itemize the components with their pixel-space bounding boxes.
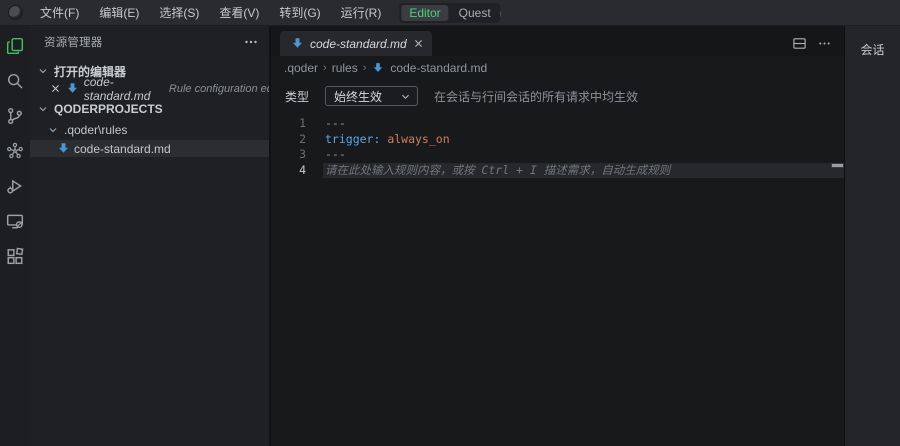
code-line-3[interactable]: 3 --- [271, 147, 844, 163]
tree-filename-label: code-standard.md [74, 142, 171, 156]
tab-close-icon[interactable] [413, 38, 424, 49]
session-panel-title[interactable]: 会话 [845, 26, 900, 58]
molecule-icon[interactable] [4, 140, 26, 162]
breadcrumb-folder[interactable]: rules [332, 61, 358, 75]
scrollbar-thumb[interactable] [831, 163, 844, 168]
chevron-down-icon [46, 123, 60, 137]
code-token: trigger: [325, 132, 380, 146]
breadcrumb-folder[interactable]: .qoder [284, 61, 318, 75]
rule-type-dropdown[interactable]: 始终生效 [325, 86, 418, 106]
breadcrumb-separator: › [363, 62, 367, 74]
source-control-icon[interactable] [4, 105, 26, 127]
tab-bar: code-standard.md [271, 26, 844, 56]
chevron-down-icon [36, 102, 50, 116]
sidebar-more-icon[interactable] [243, 34, 259, 50]
tree-file-code-standard[interactable]: code-standard.md [30, 140, 269, 157]
menu-file[interactable]: 文件(F) [32, 1, 87, 24]
code-token: --- [325, 116, 346, 130]
menu-view[interactable]: 查看(V) [211, 1, 267, 24]
tab-label: code-standard.md [310, 37, 407, 51]
explorer-files-icon[interactable] [4, 35, 26, 57]
tree-folder-rules[interactable]: .qoder\rules [30, 121, 269, 138]
code-line-1[interactable]: 1 --- [271, 116, 844, 132]
rule-file-icon [290, 37, 304, 51]
breadcrumb: .qoder › rules › code-standard.md [271, 56, 844, 80]
menu-goto[interactable]: 转到(G) [271, 1, 328, 24]
close-icon[interactable] [50, 82, 62, 96]
rule-type-label: 类型 [285, 88, 309, 105]
sidebar-header: 资源管理器 [30, 26, 269, 58]
project-name-label: QODERPROJECTS [54, 102, 163, 116]
explorer-sidebar: 资源管理器 打开的编辑器 code-standard.md [30, 26, 271, 446]
breadcrumb-separator: › [323, 62, 327, 74]
project-section-header[interactable]: QODERPROJECTS [30, 100, 269, 118]
rule-form-bar: 类型 始终生效 在会话与行间会话的所有请求中均生效 [271, 80, 844, 112]
menu-select[interactable]: 选择(S) [151, 1, 207, 24]
line-number: 2 [271, 132, 323, 148]
sidebar-title: 资源管理器 [44, 34, 243, 50]
placeholder-text: 请在此处输入规则内容，或按 Ctrl + I 描述需求，自动生成规则 [325, 163, 670, 177]
line-number: 3 [271, 147, 323, 163]
mode-toggle: Editor Quest [399, 3, 500, 23]
session-panel: 会话 [845, 26, 900, 446]
split-editor-icon[interactable] [792, 36, 807, 51]
line-number: 1 [271, 116, 323, 132]
activity-bar [0, 26, 30, 446]
editor-group: code-standard.md .qoder › rul [271, 26, 845, 446]
open-editor-filename: code-standard.md [84, 75, 165, 103]
code-token: always_on [380, 132, 449, 146]
qoder-window: 文件(F) 编辑(E) 选择(S) 查看(V) 转到(G) 运行(R) 终端(T… [0, 0, 900, 446]
line-number: 4 [271, 163, 323, 179]
rule-type-value: 始终生效 [334, 88, 396, 105]
extensions-icon[interactable] [4, 245, 26, 267]
editor-actions [792, 36, 844, 56]
code-line-2[interactable]: 2 trigger: always_on [271, 132, 844, 148]
open-editor-item[interactable]: code-standard.md Rule configuration edit… [30, 80, 269, 97]
code-token: --- [325, 147, 346, 161]
chevron-down-icon [36, 64, 50, 78]
remote-monitor-icon[interactable] [4, 210, 26, 232]
search-icon[interactable] [4, 70, 26, 92]
chevron-down-icon [400, 91, 411, 102]
qoder-logo-icon [8, 5, 23, 20]
rule-type-description: 在会话与行间会话的所有请求中均生效 [434, 88, 638, 105]
folder-path-label: .qoder\rules [64, 123, 127, 137]
rule-file-icon [371, 61, 385, 75]
more-actions-icon[interactable] [817, 36, 832, 51]
menu-run[interactable]: 运行(R) [333, 1, 390, 24]
breadcrumb-file[interactable]: code-standard.md [390, 61, 487, 75]
tab-code-standard[interactable]: code-standard.md [280, 31, 432, 56]
menu-edit[interactable]: 编辑(E) [91, 1, 147, 24]
title-bar: 文件(F) 编辑(E) 选择(S) 查看(V) 转到(G) 运行(R) 终端(T… [0, 0, 900, 26]
rule-file-icon [56, 142, 70, 156]
code-line-4-current[interactable]: 4 请在此处输入规则内容，或按 Ctrl + I 描述需求，自动生成规则 [271, 163, 844, 179]
rule-file-icon [66, 82, 80, 96]
mode-editor-button[interactable]: Editor [401, 5, 448, 21]
open-editor-description: Rule configuration editor [169, 83, 269, 95]
run-debug-icon[interactable] [4, 175, 26, 197]
code-editor[interactable]: 1 --- 2 trigger: always_on 3 --- 4 请在此处输… [271, 112, 844, 446]
mode-quest-button[interactable]: Quest [451, 5, 499, 21]
